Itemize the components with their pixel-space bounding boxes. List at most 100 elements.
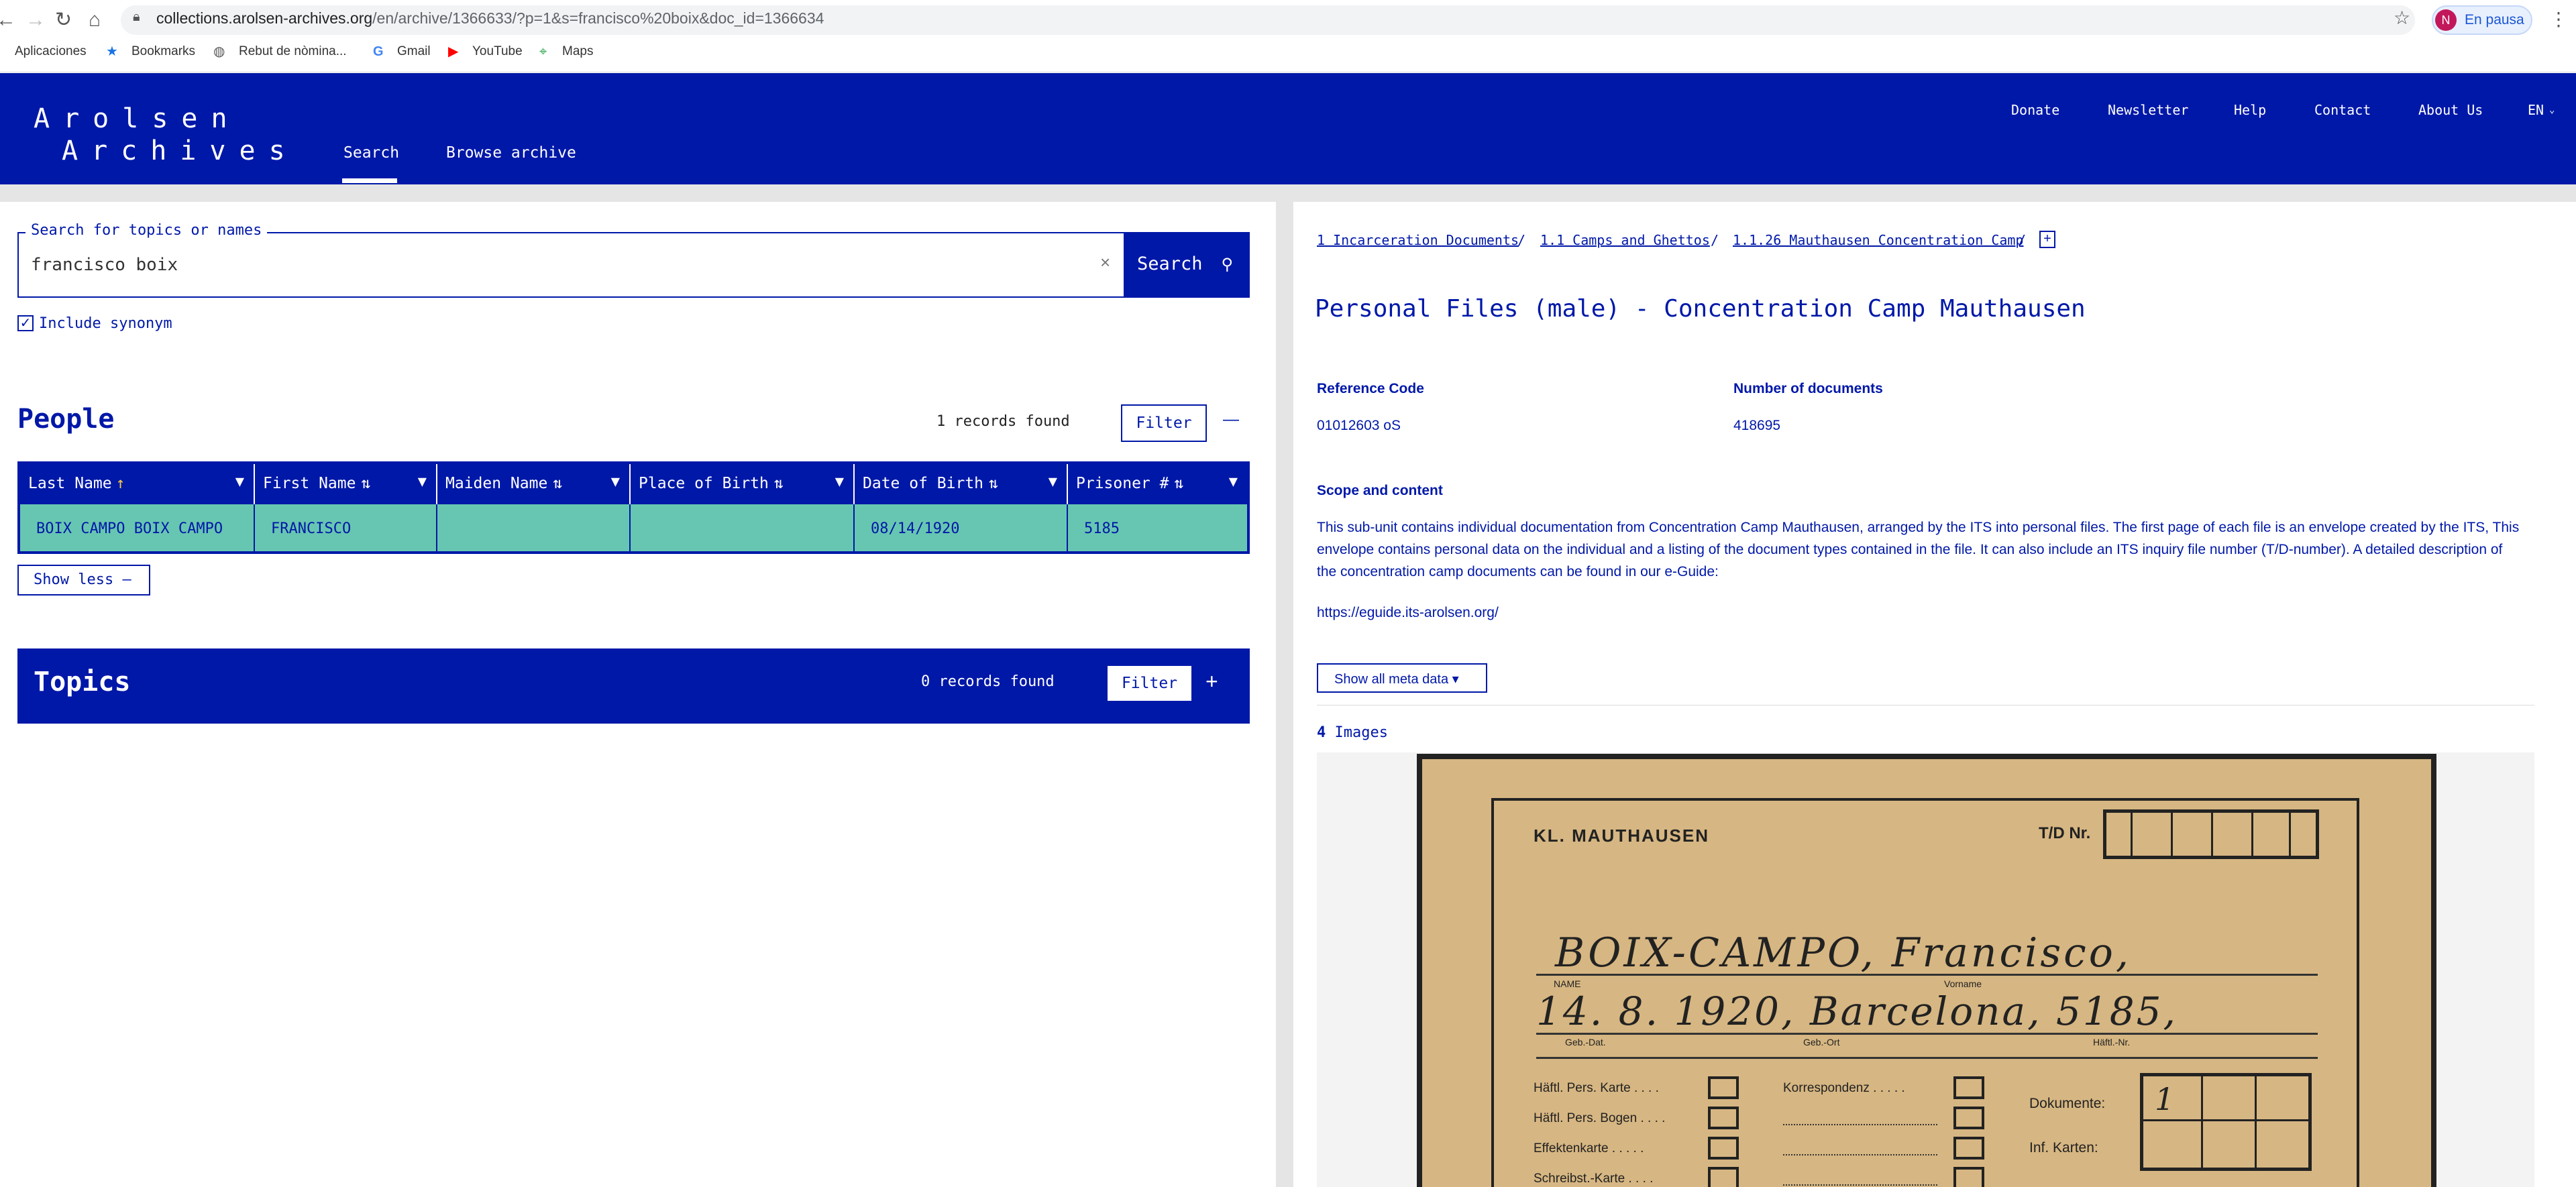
show-meta-button[interactable]: Show all meta data ▾ [1317,663,1487,693]
url-domain: collections.arolsen-archives.org [156,9,373,27]
doc-item: Häftl. Pers. Bogen . . . . [1534,1111,1666,1125]
col-date-of-birth[interactable]: Date of Birth ⇅ ▼ [855,464,1068,504]
tab-search[interactable]: Search [343,144,399,162]
col-last-name[interactable]: Last Name ↑ ▼ [20,464,255,504]
active-tab-indicator [342,178,397,183]
filter-icon[interactable]: ▼ [418,473,427,490]
url-path: /en/archive/1366633/?p=1&s=francisco%20b… [372,9,824,27]
maps-icon: ⌖ [539,44,547,59]
menu-icon[interactable]: ⋮ [2549,8,2568,30]
forward-icon[interactable]: → [25,8,46,32]
nav-newsletter[interactable]: Newsletter [2108,102,2188,118]
nav-contact[interactable]: Contact [2314,102,2371,118]
doc-td-cell [2289,813,2291,856]
doc-count-divider [2143,1119,2308,1121]
breadcrumb-separator: / [1517,232,1526,248]
scope-text: This sub-unit contains individual docume… [1317,520,2520,579]
filter-icon[interactable]: ▼ [1049,473,1057,490]
home-icon[interactable]: ⌂ [89,8,101,32]
nav-about-us[interactable]: About Us [2418,102,2483,118]
nav-help[interactable]: Help [2234,102,2266,118]
globe-icon: ◍ [213,44,225,59]
search-value[interactable]: francisco boix [31,255,178,275]
topics-filter-button[interactable]: Filter [1108,666,1191,701]
bookmark-rebut[interactable]: Rebut de nòmina... [239,44,347,59]
reload-icon[interactable]: ↻ [55,8,72,32]
doc-checkbox [1953,1076,1984,1099]
doc-td-cell [2131,813,2133,856]
doc-dotted-line [1783,1184,1937,1186]
doc-line [1536,1057,2318,1059]
breadcrumb-incarceration[interactable]: 1 Incarceration Documents [1317,232,1519,248]
people-title: People [17,404,115,435]
back-icon[interactable]: ← [0,8,16,32]
nav-donate[interactable]: Donate [2011,102,2059,118]
eguide-link[interactable]: https://eguide.its-arolsen.org/ [1317,605,1499,621]
doc-count-divider [2255,1076,2257,1168]
breadcrumb-separator: / [1711,232,1719,248]
col-maiden-name[interactable]: Maiden Name ⇅ ▼ [437,464,631,504]
reference-code-label: Reference Code [1317,381,1424,396]
doc-inf-karten-label: Inf. Karten: [2029,1140,2098,1155]
bookmark-youtube[interactable]: YouTube [472,44,523,59]
doc-label-vorname: Vorname [1944,978,1982,989]
doc-label-gebort: Geb.-Ort [1803,1037,1840,1048]
search-button[interactable]: Search ⚲ [1124,232,1250,298]
synonym-checkbox[interactable]: ✓ [17,315,34,331]
profile-status: En pausa [2465,12,2524,27]
doc-count-divider [2201,1076,2203,1168]
logo-line1[interactable]: Arolsen [34,103,241,134]
cell-prisoner-number: 5185 [1084,520,1120,537]
bookmark-apps[interactable]: Aplicaciones [15,44,87,59]
expand-icon[interactable]: + [1205,669,1218,694]
filter-icon[interactable]: ▼ [835,473,844,490]
table-row[interactable]: BOIX CAMPO BOIX CAMPO FRANCISCO 08/14/19… [20,504,1247,551]
col-label: Prisoner # [1076,475,1169,492]
col-prisoner-number[interactable]: Prisoner # ⇅ ▼ [1068,464,1247,504]
tab-browse-archive[interactable]: Browse archive [446,144,576,162]
sort-icon: ⇅ [773,475,784,492]
doc-item: Effektenkarte . . . . . [1534,1141,1644,1155]
collapse-icon[interactable]: — [1223,410,1239,429]
doc-checkbox [1953,1167,1984,1187]
doc-checkbox [1708,1137,1739,1160]
number-of-documents-value: 418695 [1733,418,1781,433]
images-count: 4 Images [1317,724,1388,741]
cell-last-name: BOIX CAMPO BOIX CAMPO [20,504,255,551]
col-first-name[interactable]: First Name ⇅ ▼ [255,464,437,504]
site-header [0,73,2576,184]
people-table: Last Name ↑ ▼ First Name ⇅ ▼ Maiden Name ⇅ ▼ P… [17,461,1250,554]
avatar[interactable]: N [2435,9,2457,31]
topics-bar[interactable] [17,648,1250,724]
clear-icon[interactable]: × [1100,252,1110,273]
col-label: First Name [263,475,356,492]
doc-checkbox [1708,1107,1739,1129]
show-less-button[interactable]: Show less — [17,565,150,596]
filter-icon[interactable]: ▼ [235,473,244,490]
doc-handwritten-name: BOIX-CAMPO, Francisco, [1555,929,2131,976]
doc-checkbox [1708,1076,1739,1099]
topics-count: 0 records found [921,673,1055,690]
col-place-of-birth[interactable]: Place of Birth ⇅ ▼ [631,464,855,504]
logo-line2[interactable]: Archives [62,135,299,166]
breadcrumb-separator: / [2018,232,2027,248]
col-label: Maiden Name [445,475,548,492]
filter-icon[interactable]: ▼ [1229,473,1238,490]
sort-icon: ⇅ [989,475,998,492]
bookmark-bookmarks[interactable]: Bookmarks [131,44,195,59]
bookmark-maps[interactable]: Maps [562,44,593,59]
nav-language[interactable]: EN [2528,102,2544,118]
doc-handwritten-birth: 14. 8. 1920, Barcelona, 5185, [1536,988,2178,1034]
search-input[interactable] [17,232,1124,298]
star-icon[interactable]: ☆ [2394,7,2410,29]
doc-dotted-line [1783,1154,1937,1155]
people-filter-button[interactable]: Filter [1121,404,1207,442]
synonym-label[interactable]: Include synonym [39,315,172,332]
breadcrumb-expand-button[interactable]: + [2039,231,2055,248]
filter-icon[interactable]: ▼ [611,473,620,490]
images-number: 4 [1317,724,1326,741]
breadcrumb-camps-ghettos[interactable]: 1.1 Camps and Ghettos [1540,232,1710,248]
url-text[interactable]: collections.arolsen-archives.org/en/arch… [156,9,824,27]
bookmark-gmail[interactable]: Gmail [397,44,431,59]
breadcrumb-mauthausen[interactable]: 1.1.26 Mauthausen Concentration Camp [1733,232,2023,248]
